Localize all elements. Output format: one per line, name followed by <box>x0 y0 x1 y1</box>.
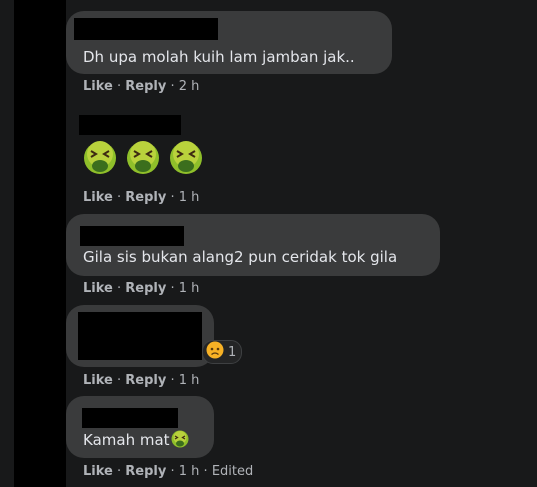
nauseated-face-icon <box>170 141 202 174</box>
comment-actions: Like · Reply · 1 h <box>83 190 200 205</box>
redacted-commenter-name[interactable] <box>74 18 218 40</box>
timestamp[interactable]: 2 h <box>179 79 200 94</box>
redacted-commenter-name[interactable] <box>82 408 178 428</box>
redacted-avatar-column <box>14 0 66 487</box>
reply-button[interactable]: Reply <box>125 464 166 479</box>
like-button[interactable]: Like <box>83 373 113 388</box>
emoji-row <box>83 140 213 176</box>
comment-text: Dh upa molah kuih lam jamban jak.. <box>83 48 355 66</box>
redacted-commenter-name[interactable] <box>79 115 181 135</box>
comment-text: Gila sis bukan alang2 pun ceridak tok gi… <box>83 248 398 266</box>
like-button[interactable]: Like <box>83 79 113 94</box>
reply-button[interactable]: Reply <box>125 373 166 388</box>
timestamp[interactable]: 1 h <box>179 190 200 205</box>
timestamp[interactable]: 1 h <box>179 464 200 479</box>
reaction-count: 1 <box>228 344 237 360</box>
reply-button[interactable]: Reply <box>125 190 166 205</box>
timestamp[interactable]: 1 h <box>179 281 200 296</box>
redacted-commenter-name[interactable] <box>80 226 184 246</box>
like-button[interactable]: Like <box>83 464 113 479</box>
sad-face-icon <box>206 341 224 363</box>
like-button[interactable]: Like <box>83 190 113 205</box>
reply-button[interactable]: Reply <box>125 79 166 94</box>
comment-actions: Like · Reply · 2 h <box>83 79 200 94</box>
comment-text-row: Kamah mat <box>83 430 189 452</box>
nauseated-face-icon <box>84 141 116 174</box>
comment-actions: Like · Reply · 1 h <box>83 373 200 388</box>
nauseated-face-icon <box>127 141 159 174</box>
comment-actions: Like · Reply · 1 h <box>83 281 200 296</box>
redacted-comment-content <box>78 312 202 360</box>
like-button[interactable]: Like <box>83 281 113 296</box>
reply-button[interactable]: Reply <box>125 281 166 296</box>
reaction-badge[interactable]: 1 <box>202 340 243 364</box>
edited-label[interactable]: Edited <box>212 464 253 479</box>
nauseated-face-icon <box>171 430 189 452</box>
comment-actions: Like · Reply · 1 h · Edited <box>83 464 254 479</box>
timestamp[interactable]: 1 h <box>179 373 200 388</box>
comment-text: Kamah mat <box>83 431 170 449</box>
